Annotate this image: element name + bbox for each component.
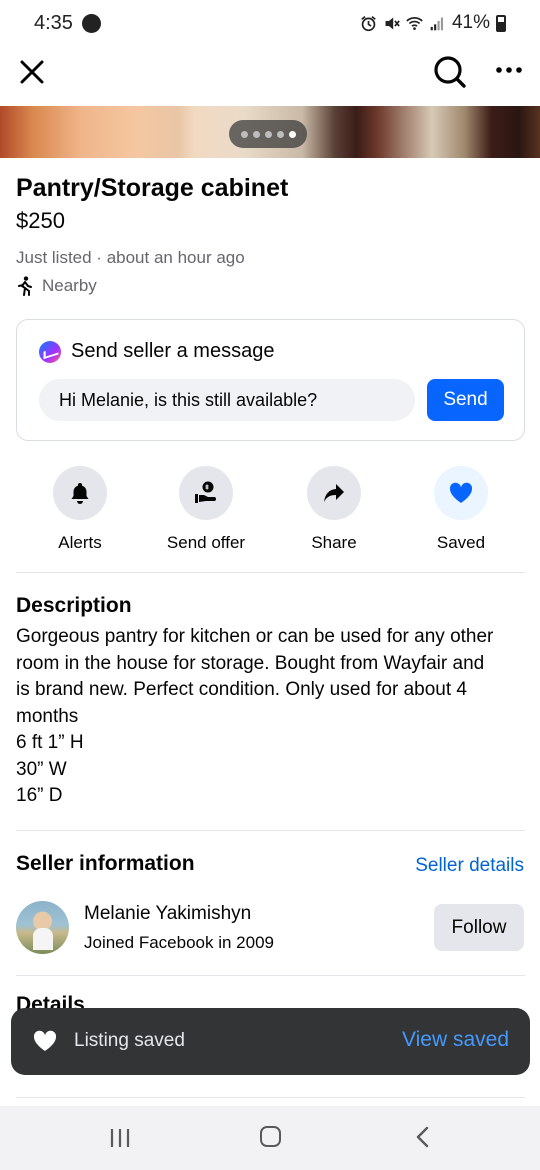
divider [16, 830, 525, 831]
send-message-card: Send seller a message Hi Melanie, is thi… [16, 319, 525, 441]
listing-saved-toast: Listing saved View saved [11, 1008, 530, 1075]
alerts-button[interactable]: Alerts [20, 466, 140, 553]
description-line: months [16, 705, 79, 727]
share-circle[interactable] [307, 466, 361, 520]
battery-percent: 41% [451, 12, 490, 33]
description-line: room in the house for storage. Bought fr… [16, 652, 485, 674]
status-bar: 4:35 41% [0, 0, 540, 48]
action-row: Alerts Send offer Share Saved [16, 466, 525, 556]
saved-label: Saved [436, 533, 486, 552]
battery-icon [496, 14, 506, 32]
description-line: 30” W [16, 758, 67, 780]
mute-icon [385, 17, 400, 29]
alarm-icon [361, 15, 376, 31]
bell-icon [71, 483, 89, 504]
status-icons: 41% [360, 12, 506, 34]
recent-apps-icon[interactable] [109, 1127, 131, 1149]
seller-info-heading: Seller information [16, 852, 195, 875]
top-bar [0, 48, 540, 106]
heart-icon [449, 482, 473, 503]
message-card-header: Send seller a message [39, 340, 274, 363]
seller-details-link[interactable]: Seller details [415, 855, 524, 877]
wifi-icon [406, 16, 423, 30]
divider [16, 975, 525, 976]
heart-icon [33, 1030, 57, 1051]
divider [16, 1097, 525, 1098]
saved-button[interactable]: Saved [401, 466, 521, 553]
signal-icon [430, 17, 443, 30]
listing-title: Pantry/Storage cabinet [16, 174, 289, 202]
status-time: 4:35 [34, 12, 73, 34]
seller-name[interactable]: Melanie Yakimishyn [84, 903, 251, 925]
messenger-icon [39, 340, 61, 363]
back-icon[interactable] [414, 1126, 432, 1148]
close-icon[interactable] [16, 56, 48, 88]
share-icon [324, 484, 344, 502]
send-offer-label: Send offer [166, 533, 246, 552]
share-label: Share [311, 533, 357, 552]
home-icon[interactable] [260, 1126, 281, 1147]
saved-circle[interactable] [434, 466, 488, 520]
system-nav-bar [0, 1106, 540, 1170]
toast-message: Listing saved [74, 1030, 185, 1051]
search-icon[interactable] [432, 54, 468, 90]
view-saved-link[interactable]: View saved [402, 1028, 509, 1052]
seller-joined: Joined Facebook in 2009 [84, 933, 274, 952]
description-line: is brand new. Perfect condition. Only us… [16, 679, 467, 700]
send-button[interactable]: Send [427, 379, 504, 421]
carousel-dot [276, 130, 284, 138]
carousel-dot [264, 130, 272, 138]
offer-icon [195, 481, 216, 503]
description-line: 16” D [16, 785, 63, 806]
more-options-icon[interactable] [494, 58, 524, 82]
send-offer-button[interactable]: Send offer [146, 466, 266, 553]
description-heading: Description [16, 594, 132, 617]
follow-button[interactable]: Follow [434, 904, 524, 951]
message-card-heading: Send seller a message [71, 340, 275, 362]
carousel-dot [252, 130, 260, 138]
send-offer-circle[interactable] [179, 466, 233, 520]
description-line: Gorgeous pantry for kitchen or can be us… [16, 626, 494, 647]
alerts-label: Alerts [58, 533, 102, 552]
alerts-circle[interactable] [53, 466, 107, 520]
listing-time: Just listed · about an hour ago [16, 248, 245, 267]
description-line: 6 ft 1” H [16, 732, 84, 753]
carousel-dot-active [288, 130, 296, 138]
location-label: Nearby [42, 276, 97, 295]
message-input[interactable]: Hi Melanie, is this still available? [39, 379, 415, 421]
messenger-notification-icon [82, 14, 101, 33]
listing-price: $250 [16, 208, 65, 233]
avatar[interactable] [16, 901, 69, 954]
description-body: Gorgeous pantry for kitchen or can be us… [16, 624, 526, 810]
listing-location: Nearby [16, 276, 97, 296]
share-button[interactable]: Share [274, 466, 394, 553]
divider [16, 572, 525, 573]
carousel-dot [240, 130, 248, 138]
walking-person-icon [18, 276, 32, 296]
photo-carousel-indicator [229, 120, 307, 148]
